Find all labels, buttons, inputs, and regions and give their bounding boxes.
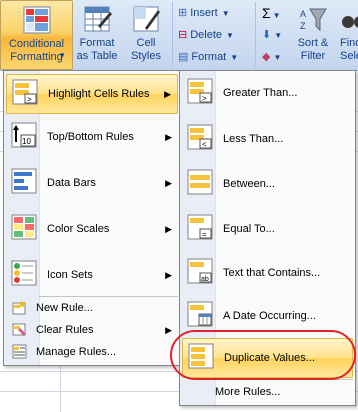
less-than-icon: < xyxy=(187,124,213,150)
sort-filter-label: Sort & Filter xyxy=(297,37,329,62)
color-scales-icon xyxy=(11,214,37,240)
submenu-item-more-rules[interactable]: More Rules... xyxy=(182,381,353,403)
menu-item-clear-rules[interactable]: Clear Rules ▶ xyxy=(6,319,178,341)
menu-item-manage-rules[interactable]: Manage Rules... xyxy=(6,341,178,363)
submenu-item-text-contains[interactable]: ab Text that Contains... xyxy=(182,254,353,292)
fill-down-icon: ⬇ xyxy=(262,29,272,42)
fill-button[interactable]: ⬇ ▼ xyxy=(262,25,282,45)
sort-filter-icon: A Z xyxy=(300,8,327,32)
submenu-item-label: Text that Contains... xyxy=(223,267,321,279)
submenu-arrow-icon: ▶ xyxy=(164,89,171,99)
autosum-dropdown-icon: ▼ xyxy=(272,11,281,20)
data-bars-icon xyxy=(11,168,37,194)
format-icon: ▤ xyxy=(178,51,189,64)
menu-item-label: Color Scales xyxy=(47,223,110,235)
insert-label: Insert xyxy=(190,7,218,19)
menu-item-new-rule[interactable]: New Rule... xyxy=(6,297,178,319)
submenu-item-equal-to[interactable]: = Equal To... xyxy=(182,210,353,248)
format-as-table-icon xyxy=(84,6,112,32)
find-select-button[interactable]: Find Sele xyxy=(336,0,358,68)
submenu-item-less-than[interactable]: < Less Than... xyxy=(182,120,353,158)
menu-item-highlight-cells-rules[interactable]: > Highlight Cells Rules ▶ xyxy=(6,74,178,114)
greater-than-icon: > xyxy=(187,78,213,104)
delete-button[interactable]: ⊟ Delete ▼ xyxy=(178,25,234,45)
svg-text:10: 10 xyxy=(22,137,31,146)
clear-button[interactable]: ◆ ▼ xyxy=(262,47,281,67)
conditional-formatting-menu: > Highlight Cells Rules ▶ 10 Top/Bottom … xyxy=(3,70,181,366)
highlight-cells-icon: > xyxy=(12,79,38,105)
menu-item-label: Manage Rules... xyxy=(36,346,117,358)
insert-dropdown-icon: ▼ xyxy=(221,9,230,18)
binoculars-icon xyxy=(342,16,358,28)
svg-text:=: = xyxy=(202,230,207,239)
submenu-item-between[interactable]: Between... xyxy=(182,165,353,203)
text-contains-icon: ab xyxy=(187,258,213,284)
submenu-item-label: Greater Than... xyxy=(223,87,298,99)
fill-dropdown-icon: ▼ xyxy=(274,31,283,40)
svg-text:Z: Z xyxy=(300,21,306,31)
find-select-label: Find Sele xyxy=(340,37,358,62)
svg-text:ab: ab xyxy=(201,276,209,283)
menu-item-data-bars[interactable]: Data Bars ▶ xyxy=(6,164,178,202)
submenu-arrow-icon: ▶ xyxy=(165,325,172,335)
submenu-item-label: Between... xyxy=(223,178,275,190)
clear-rules-icon xyxy=(12,323,26,336)
annotation-circle xyxy=(170,330,356,380)
insert-icon: ⊞ xyxy=(178,7,188,20)
svg-text:>: > xyxy=(27,95,32,104)
menu-item-label: Data Bars xyxy=(47,177,96,189)
manage-rules-icon xyxy=(12,344,27,359)
menu-item-label: Highlight Cells Rules xyxy=(48,88,150,100)
top-bottom-icon: 10 xyxy=(11,122,37,148)
submenu-arrow-icon: ▶ xyxy=(165,132,172,142)
format-label: Format xyxy=(191,51,227,63)
cell-styles-icon xyxy=(133,6,160,32)
sort-filter-button[interactable]: A Z Sort & Filter xyxy=(290,0,336,68)
insert-button[interactable]: ⊞ Insert ▼ xyxy=(178,3,230,23)
menu-item-label: New Rule... xyxy=(36,302,93,314)
submenu-item-greater-than[interactable]: > Greater Than... xyxy=(182,74,353,112)
svg-text:A: A xyxy=(300,9,306,19)
delete-icon: ⊟ xyxy=(178,29,188,42)
menu-item-label: Icon Sets xyxy=(47,269,93,281)
between-icon xyxy=(187,169,213,195)
ribbon: Conditional Formatting ▾ Format as Table… xyxy=(0,0,358,71)
conditional-formatting-arrow: ▾ xyxy=(60,50,65,60)
svg-text:>: > xyxy=(202,94,207,103)
date-occurring-icon xyxy=(187,301,213,327)
clear-dropdown-icon: ▼ xyxy=(273,53,282,62)
format-as-table-label: Format as Table xyxy=(76,37,118,62)
eraser-icon: ◆ xyxy=(262,51,271,64)
svg-text:<: < xyxy=(202,140,207,149)
submenu-arrow-icon: ▶ xyxy=(165,224,172,234)
icon-sets-icon xyxy=(11,260,37,286)
delete-dropdown-icon: ▼ xyxy=(226,31,234,40)
submenu-arrow-icon: ▶ xyxy=(165,178,172,188)
autosum-icon: Σ xyxy=(262,5,271,21)
submenu-arrow-icon: ▶ xyxy=(165,270,172,280)
submenu-item-label: More Rules... xyxy=(215,386,281,398)
submenu-item-label: Less Than... xyxy=(223,133,284,145)
format-dropdown-icon: ▼ xyxy=(230,53,239,62)
conditional-formatting-icon xyxy=(23,6,50,34)
menu-item-label: Clear Rules xyxy=(36,324,94,336)
cell-styles-button[interactable]: Cell Styles xyxy=(122,0,170,68)
delete-label: Delete xyxy=(190,29,223,41)
ribbon-separator xyxy=(172,2,173,66)
ribbon-separator xyxy=(255,2,256,66)
menu-item-icon-sets[interactable]: Icon Sets ▶ xyxy=(6,256,178,294)
menu-item-color-scales[interactable]: Color Scales ▶ xyxy=(6,210,178,248)
equal-to-icon: = xyxy=(187,214,213,240)
submenu-item-label: Equal To... xyxy=(223,223,275,235)
autosum-button[interactable]: Σ ▼ xyxy=(262,3,281,23)
format-button[interactable]: ▤ Format ▼ xyxy=(178,47,238,67)
format-as-table-button[interactable]: Format as Table xyxy=(74,0,120,68)
menu-item-top-bottom-rules[interactable]: 10 Top/Bottom Rules ▶ xyxy=(6,118,178,156)
cell-styles-label: Cell Styles xyxy=(131,37,161,62)
new-rule-icon xyxy=(12,300,26,315)
menu-item-label: Top/Bottom Rules xyxy=(47,131,134,143)
